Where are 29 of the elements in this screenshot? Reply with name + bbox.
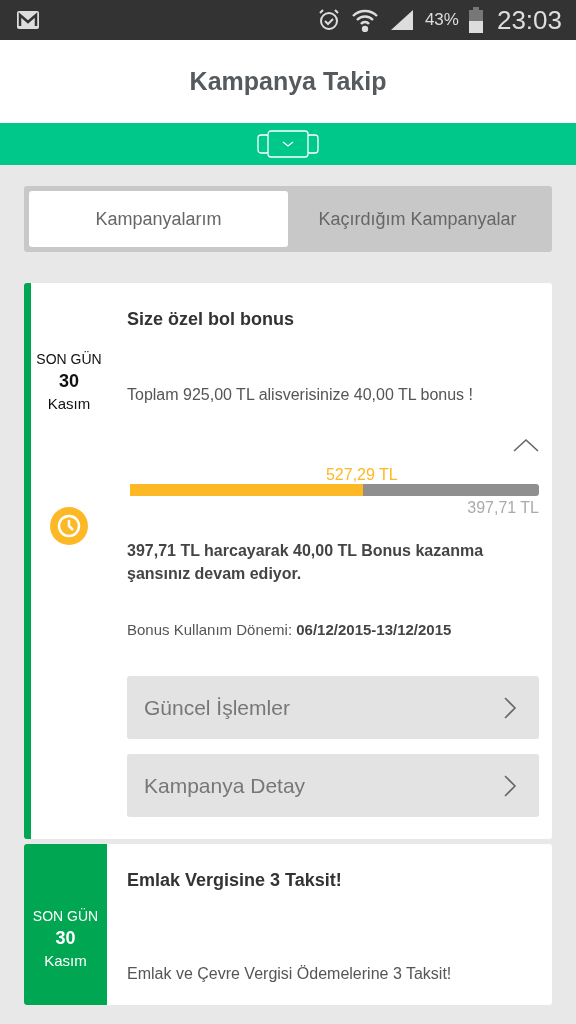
- nav-button[interactable]: Kampanya Detay: [127, 754, 539, 817]
- deadline-label: SON GÜN: [32, 907, 99, 926]
- page-title: Kampanya Takip: [189, 67, 387, 96]
- tab[interactable]: Kampanyalarım: [29, 191, 288, 247]
- chevron-right-icon[interactable]: [503, 773, 517, 798]
- campaign-title: Emlak Vergisine 3 Taksit!: [127, 870, 343, 891]
- wifi-icon: [350, 8, 379, 32]
- campaign-description: Emlak ve Çevre Vergisi Ödemelerine 3 Taksit!: [127, 965, 453, 983]
- battery-percentage: 43%: [424, 10, 459, 30]
- deadline-day: 30: [59, 369, 79, 393]
- campaign-title: Size özel bol bonus: [127, 309, 295, 330]
- deadline-day: 30: [55, 926, 76, 950]
- remaining-amount: 397,71 TL: [467, 499, 539, 517]
- clock-icon: [50, 507, 88, 545]
- deadline-month: Kasım: [44, 951, 87, 971]
- chevron-right-icon[interactable]: [503, 695, 517, 720]
- tab[interactable]: Kaçırdığım Kampanyalar: [288, 191, 547, 247]
- deadline-label: SON GÜN: [36, 350, 102, 369]
- progress-message: 397,71 TL harcayarak 40,00 TL Bonus kazanma şansınız devam ediyor.: [127, 541, 485, 584]
- deadline-month: Kasım: [47, 394, 91, 414]
- nav-button[interactable]: Güncel İşlemler: [127, 676, 539, 739]
- mail-icon: [16, 10, 40, 30]
- campaign-description: Toplam 925,00 TL alisverisinize 40,00 TL bonus !: [127, 386, 474, 404]
- spent-amount: 527,29 TL: [325, 466, 398, 484]
- bonus-period: Bonus Kullanım Dönemi: 06/12/2015-13/12/2015: [127, 621, 453, 638]
- clock-time: 23:03: [496, 4, 562, 36]
- expand-handle-icon[interactable]: [257, 130, 319, 158]
- battery-icon: [468, 7, 483, 33]
- collapse-chevron-icon[interactable]: [513, 438, 539, 452]
